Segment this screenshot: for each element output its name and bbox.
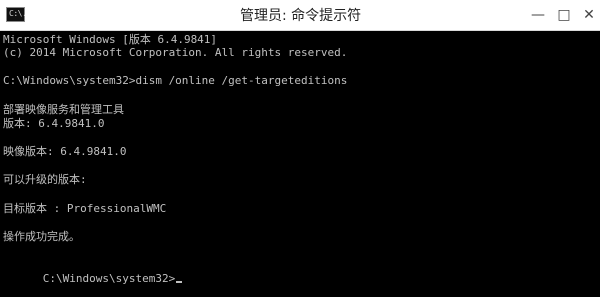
command-prompt-icon[interactable]: C:\. xyxy=(6,7,27,22)
console-line-image-version: 映像版本: 6.4.9841.0 xyxy=(3,145,127,158)
text-cursor xyxy=(176,281,183,283)
console-line-tool-name: 部署映像服务和管理工具 xyxy=(3,103,124,116)
minimize-button[interactable]: — xyxy=(528,6,548,24)
maximize-button[interactable]: □ xyxy=(554,6,574,24)
window-titlebar[interactable]: C:\. 管理员: 命令提示符 — □ ✕ xyxy=(0,0,600,31)
command-prompt-window: C:\. 管理员: 命令提示符 — □ ✕ Microsoft Windows … xyxy=(0,0,600,297)
console-line-success: 操作成功完成。 xyxy=(3,230,80,243)
console-line-copyright: (c) 2014 Microsoft Corporation. All righ… xyxy=(3,46,348,59)
console-line-tool-version: 版本: 6.4.9841.0 xyxy=(3,117,105,130)
console-prompt-line[interactable]: C:\Windows\system32> xyxy=(3,258,183,285)
window-title: 管理员: 命令提示符 xyxy=(240,8,362,24)
console-prompt: C:\Windows\system32> xyxy=(42,272,176,285)
console-line-version: Microsoft Windows [版本 6.4.9841] xyxy=(3,33,218,46)
console-output[interactable]: Microsoft Windows [版本 6.4.9841] (c) 2014… xyxy=(0,31,600,297)
console-line-target-edition: 目标版本 : ProfessionalWMC xyxy=(3,202,167,215)
console-line-command: C:\Windows\system32>dism /online /get-ta… xyxy=(3,74,348,87)
command-prompt-icon-text: C:\. xyxy=(9,9,27,18)
console-line-upgrade-header: 可以升级的版本: xyxy=(3,173,87,186)
close-button[interactable]: ✕ xyxy=(579,6,599,24)
